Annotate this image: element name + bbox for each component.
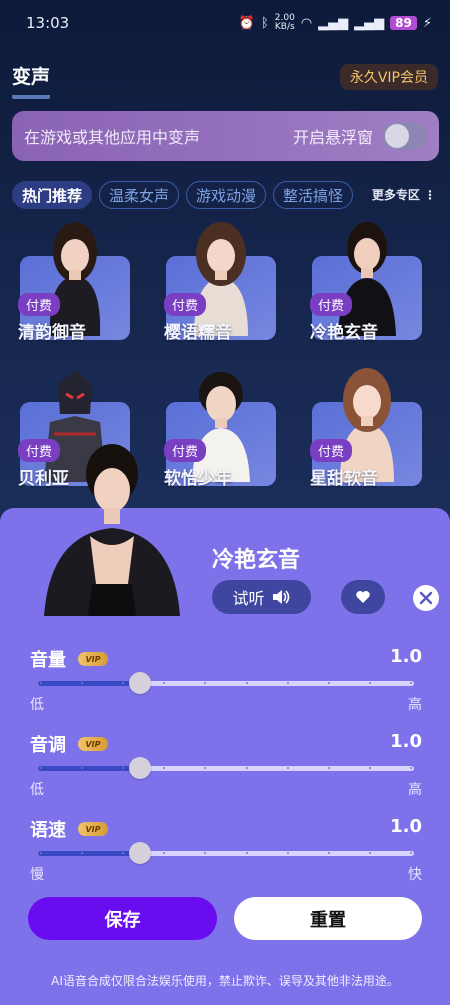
favorite-button[interactable]: [341, 580, 385, 614]
voice-name: 冷艳玄音: [310, 323, 378, 343]
pitch-max-label: 高: [408, 782, 422, 798]
battery-level: 89: [390, 16, 417, 30]
speed-label: 语速: [30, 820, 66, 841]
voice-name: 清韵御音: [18, 323, 86, 343]
save-button[interactable]: 保存: [28, 897, 217, 940]
float-banner-text: 在游戏或其他应用中变声: [24, 128, 201, 147]
voice-card[interactable]: 付费 清韵御音: [10, 218, 130, 348]
pitch-value: 1.0: [390, 731, 422, 752]
legal-disclaimer: AI语音合成仅限合法娱乐使用，禁止欺诈、误导及其他非法用途。: [51, 974, 399, 988]
tab-gentle-female[interactable]: 温柔女声: [99, 181, 180, 209]
page-title: 变声: [12, 62, 51, 99]
volume-label: 音量: [30, 650, 66, 671]
status-bar: 13:03 ⏰ ᛒ 2.00 KB/s ◠ ▂▄▆ ▂▄▆ 89 ⚡: [0, 0, 450, 52]
charging-icon: ⚡: [422, 15, 432, 31]
pitch-thumb[interactable]: [128, 757, 151, 779]
speed-value: 1.0: [390, 816, 422, 837]
speed-min-label: 慢: [30, 867, 44, 883]
pitch-label: 音调: [30, 735, 66, 756]
pitch-min-label: 低: [30, 782, 44, 798]
status-icons: ⏰ ᛒ 2.00 KB/s ◠ ▂▄▆ ▂▄▆ 89 ⚡: [239, 14, 432, 32]
paid-tag: 付费: [310, 293, 353, 316]
selected-voice-title: 冷艳玄音: [212, 548, 301, 573]
float-window-toggle[interactable]: [383, 122, 427, 150]
volume-max-label: 高: [408, 697, 422, 713]
volume-track[interactable]: [38, 681, 414, 686]
header: 变声 永久VIP会员: [0, 60, 450, 99]
close-button[interactable]: [413, 585, 439, 611]
speed-track[interactable]: [38, 851, 414, 856]
paid-tag: 付费: [164, 293, 207, 316]
vip-pill: VIP: [78, 737, 108, 751]
float-toggle-label: 开启悬浮窗: [292, 128, 373, 147]
voice-card[interactable]: 付费 星甜软音: [302, 364, 422, 494]
float-window-banner: 在游戏或其他应用中变声 开启悬浮窗: [12, 111, 439, 161]
speed-slider: 语速 VIP 1.0 慢 快: [30, 816, 422, 886]
reset-button[interactable]: 重置: [234, 897, 422, 940]
voice-card[interactable]: 付费 樱语糯音: [156, 218, 276, 348]
volume-slider: 音量 VIP 1.0 低 高: [30, 646, 422, 716]
volume-thumb[interactable]: [128, 672, 151, 694]
paid-tag: 付费: [18, 293, 61, 316]
vip-badge[interactable]: 永久VIP会员: [339, 64, 438, 90]
voice-name: 樱语糯音: [164, 323, 232, 343]
voice-name: 星甜软音: [310, 469, 378, 489]
signal-icon-2: ▂▄▆: [354, 15, 385, 31]
volume-min-label: 低: [30, 697, 44, 713]
more-zones-button[interactable]: 更多专区 ⋮: [372, 186, 436, 203]
heart-icon: [356, 591, 370, 603]
selected-voice-portrait: [44, 444, 180, 616]
voice-card[interactable]: 付费 冷艳玄音: [302, 218, 422, 348]
speed-thumb[interactable]: [128, 842, 151, 864]
network-speed: 2.00 KB/s: [274, 13, 295, 32]
close-icon: [419, 591, 433, 605]
vip-pill: VIP: [78, 822, 108, 836]
bluetooth-icon: ᛒ: [260, 15, 269, 31]
wifi-icon: ◠: [300, 15, 313, 31]
tab-game-anime[interactable]: 游戏动漫: [186, 181, 267, 209]
pitch-track[interactable]: [38, 766, 414, 771]
tab-hot[interactable]: 热门推荐: [12, 181, 93, 209]
speaker-icon: [272, 590, 289, 604]
paid-tag: 付费: [310, 439, 353, 462]
clock: 13:03: [26, 14, 70, 32]
speed-max-label: 快: [408, 867, 422, 883]
preview-listen-button[interactable]: 试听: [212, 580, 311, 614]
vip-pill: VIP: [78, 652, 108, 666]
signal-icon: ▂▄▆: [318, 15, 349, 31]
alarm-icon: ⏰: [238, 15, 255, 31]
preview-label: 试听: [232, 589, 265, 608]
tab-funny[interactable]: 整活搞怪: [273, 181, 354, 209]
volume-value: 1.0: [390, 646, 422, 667]
pitch-slider: 音调 VIP 1.0 低 高: [30, 731, 422, 801]
